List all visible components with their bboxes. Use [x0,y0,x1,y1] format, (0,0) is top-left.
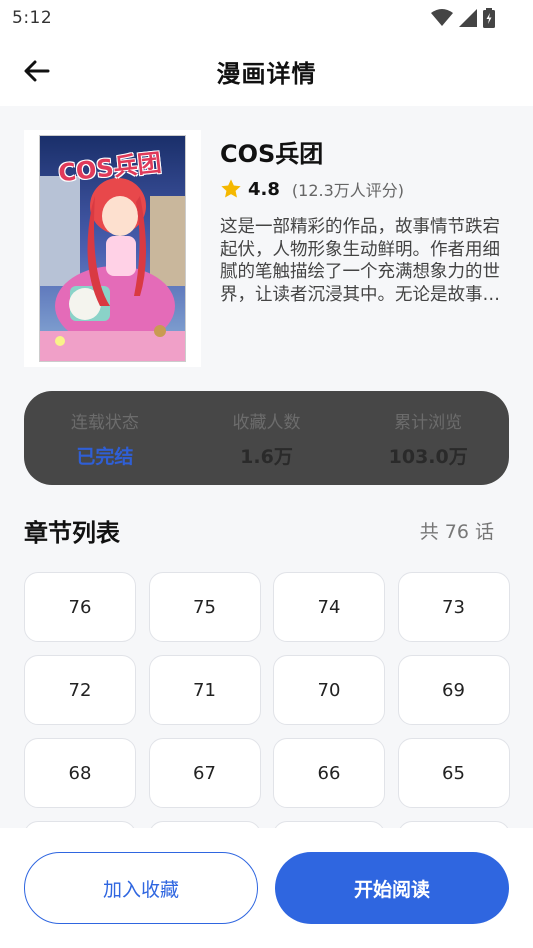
comic-cover[interactable]: COS兵团 [24,130,201,367]
wifi-icon [431,9,453,26]
stat-favorites: 收藏人数 1.6万 [186,408,348,469]
rating-row: 4.8 (12.3万人评分) [220,176,404,202]
chapter-button[interactable]: 72 [24,655,136,725]
stat-label: 累计浏览 [394,412,463,433]
chapter-button[interactable]: 64 [24,821,136,828]
signal-icon [459,9,477,27]
chapter-grid: 76 75 74 73 72 71 70 69 68 67 66 65 64 6… [24,572,510,828]
chapters-title: 章节列表 [24,518,120,547]
stat-value: 103.0万 [388,445,468,468]
chapter-button[interactable]: 76 [24,572,136,642]
rating-score: 4.8 [248,178,280,200]
chapter-button[interactable]: 75 [148,572,261,642]
stat-label: 连载状态 [70,412,139,433]
stat-label: 收藏人数 [232,412,301,433]
rating-count: (12.3万人评分) [291,181,405,200]
status-bar: 5:12 [0,0,533,36]
status-icons [431,8,495,28]
chapter-button[interactable]: 65 [397,738,510,808]
start-reading-button[interactable]: 开始阅读 [275,852,509,924]
chapter-button[interactable]: 69 [397,655,510,725]
comic-description: 这是一部精彩的作品，故事情节跌宕起伏，人物形象生动鲜明。作者用细腻的笔触描绘了一… [220,217,500,305]
chapter-button[interactable]: 74 [273,572,385,642]
star-icon [221,179,241,198]
page-title: 漫画详情 [216,59,317,88]
stat-status: 连载状态 已完结 [24,408,186,469]
comic-info: COS兵团 COS兵团 4.8 (12.3万人评分) 这是一部精彩的作品，故事情… [24,130,509,368]
stats-card: 连载状态 已完结 收藏人数 1.6万 累计浏览 103.0万 [24,391,509,485]
chapter-button[interactable]: 67 [148,738,261,808]
add-favorite-button[interactable]: 加入收藏 [24,852,258,924]
chapter-button[interactable]: 68 [24,738,136,808]
back-arrow-icon [24,60,50,82]
chapter-button[interactable]: 73 [397,572,510,642]
chapter-button[interactable]: 63 [148,821,261,828]
stat-value: 已完结 [76,445,134,468]
back-button[interactable] [24,56,64,86]
chapter-button[interactable]: 66 [273,738,385,808]
stat-views: 累计浏览 103.0万 [347,408,509,469]
status-time: 5:12 [12,8,53,28]
battery-icon [483,8,495,28]
comic-title: COS兵团 [220,140,324,168]
chapter-button[interactable]: 71 [148,655,261,725]
stat-value: 1.6万 [240,445,293,468]
app-bar: 漫画详情 [0,36,533,106]
chapter-button[interactable]: 70 [273,655,385,725]
chapters-header: 章节列表 共 76 话 [24,510,494,550]
chapter-button[interactable]: 62 [273,821,385,828]
chapters-count: 共 76 话 [419,520,494,543]
cover-image: COS兵团 [39,135,186,362]
chapter-button[interactable]: 61 [397,821,510,828]
bottom-action-bar: 加入收藏 开始阅读 [0,828,533,948]
